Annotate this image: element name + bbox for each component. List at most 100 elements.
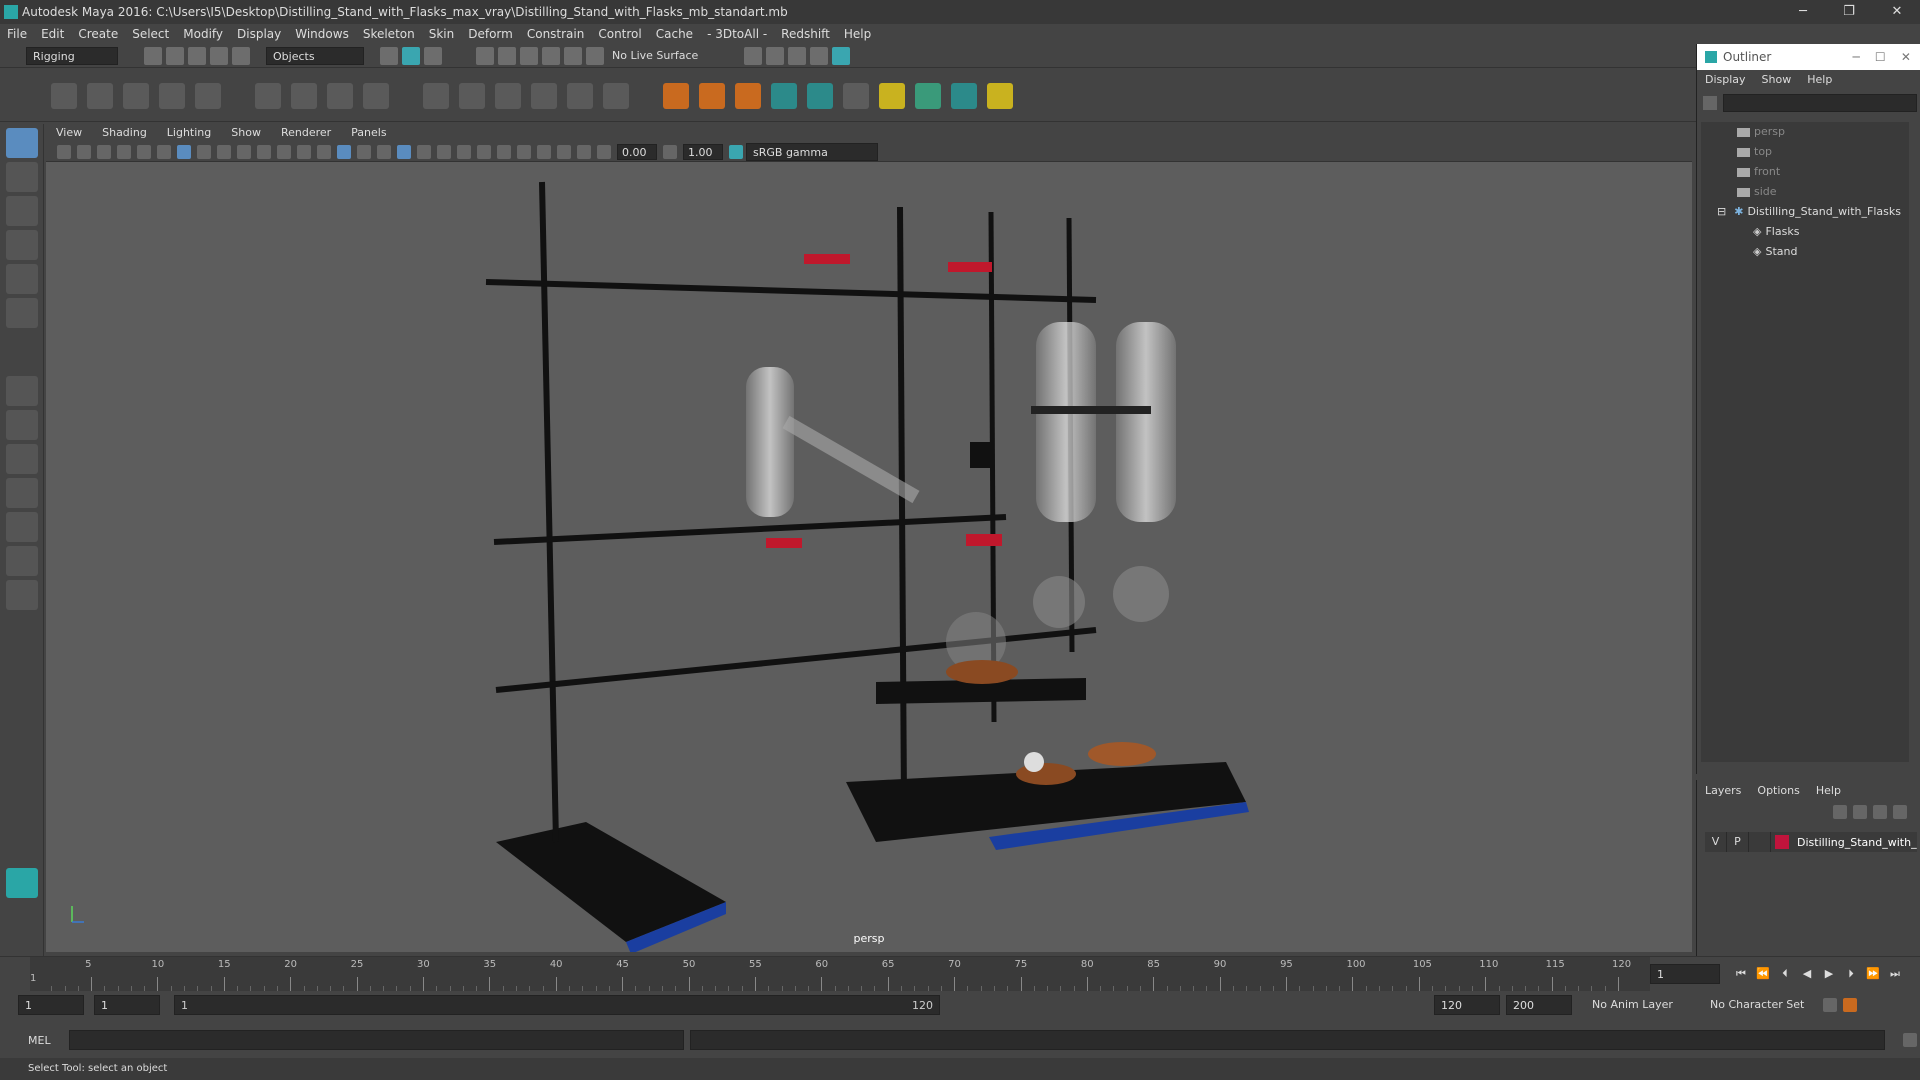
panel-menu-show[interactable]: Show <box>221 124 271 142</box>
outliner-menu-help[interactable]: Help <box>1799 70 1840 90</box>
shadows-icon[interactable] <box>377 144 391 159</box>
menu-file[interactable]: File <box>0 24 34 44</box>
snap-view-plane-icon[interactable] <box>542 46 560 65</box>
v-icon[interactable] <box>987 82 1013 109</box>
menu-control[interactable]: Control <box>591 24 648 44</box>
maya-m-icon[interactable] <box>771 82 797 109</box>
character-set-dropdown[interactable]: No Character Set <box>1704 996 1820 1014</box>
auto-key-icon[interactable] <box>1823 998 1837 1012</box>
aim-constraint-icon[interactable] <box>459 82 485 109</box>
snap-point-icon[interactable] <box>520 46 538 65</box>
panel-menu-lighting[interactable]: Lighting <box>157 124 221 142</box>
point-constraint-icon[interactable] <box>423 82 449 109</box>
layer-move-up-icon[interactable] <box>1873 805 1887 819</box>
layout-split-icon[interactable] <box>6 546 38 576</box>
command-input[interactable] <box>68 1030 685 1050</box>
locator-icon[interactable] <box>663 82 689 109</box>
maya-m2-icon[interactable] <box>807 82 833 109</box>
four-view-icon[interactable] <box>6 410 38 440</box>
2d-pan-icon[interactable] <box>137 144 151 159</box>
go-to-start-icon[interactable]: ⏮ <box>1732 965 1750 983</box>
animation-end-field[interactable]: 200 <box>1506 995 1572 1015</box>
motion-blur-icon[interactable] <box>437 144 451 159</box>
menu-redshift[interactable]: Redshift <box>774 24 837 44</box>
layer-display-type[interactable] <box>1749 832 1771 852</box>
menu-cache[interactable]: Cache <box>649 24 700 44</box>
playback-end-field[interactable]: 120 <box>1434 995 1500 1015</box>
layout-custom-icon[interactable] <box>6 580 38 610</box>
restore-button[interactable]: ❐ <box>1826 0 1872 24</box>
lattice-icon[interactable] <box>327 82 353 109</box>
pole-vector-icon[interactable] <box>603 82 629 109</box>
step-back-key-icon[interactable]: ⏪ <box>1754 965 1772 983</box>
gamma-field[interactable]: 1.00 <box>683 143 723 160</box>
ao-icon[interactable] <box>417 144 431 159</box>
save-scene-icon[interactable] <box>188 46 206 65</box>
menu-select[interactable]: Select <box>125 24 176 44</box>
layer-menu-help[interactable]: Help <box>1808 780 1849 802</box>
outliner-search-input[interactable] <box>1723 94 1917 112</box>
menu-set-dropdown[interactable]: Rigging <box>26 46 118 65</box>
panel-menu-panels[interactable]: Panels <box>341 124 396 142</box>
outliner-item-top[interactable]: top <box>1701 142 1909 162</box>
menu-display[interactable]: Display <box>230 24 288 44</box>
gamma-icon[interactable] <box>663 144 677 159</box>
dof-icon[interactable] <box>557 144 571 159</box>
camera-icon[interactable] <box>57 144 71 159</box>
mirror-joint-icon[interactable] <box>159 82 185 109</box>
layer-color-swatch[interactable] <box>1775 835 1789 849</box>
view-transform-dropdown[interactable]: sRGB gamma <box>746 142 878 161</box>
play-backward-icon[interactable]: ◀ <box>1798 965 1816 983</box>
persp-graph-icon[interactable] <box>6 478 38 508</box>
menu-windows[interactable]: Windows <box>288 24 356 44</box>
open-scene-icon[interactable] <box>166 46 184 65</box>
menu-3dtoall[interactable]: - 3DtoAll - <box>700 24 774 44</box>
ipr-render-icon[interactable] <box>788 46 806 65</box>
empty-shelf-icon[interactable] <box>843 82 869 109</box>
grease-pencil-icon[interactable] <box>157 144 171 159</box>
render-frame-icon[interactable] <box>766 46 784 65</box>
step-forward-key-icon[interactable]: ⏩ <box>1864 965 1882 983</box>
outliner-item-front[interactable]: front <box>1701 162 1909 182</box>
go-to-end-icon[interactable]: ⏭ <box>1886 965 1904 983</box>
select-tool-icon[interactable] <box>6 128 38 158</box>
xray-icon[interactable] <box>477 144 491 159</box>
layer-playback-toggle[interactable]: P <box>1727 832 1749 852</box>
script-editor-icon[interactable] <box>1903 1033 1917 1047</box>
exposure-field[interactable]: 0.00 <box>617 143 657 160</box>
viewport-persp[interactable]: persp <box>46 162 1692 952</box>
expand-collapse-icon[interactable]: ⊟ <box>1717 205 1726 218</box>
exposure-icon[interactable] <box>597 144 611 159</box>
snap-live-icon[interactable] <box>564 46 582 65</box>
scale-tool-icon[interactable] <box>6 298 38 328</box>
select-object-icon[interactable] <box>402 46 420 65</box>
outliner-filter-icon[interactable] <box>1703 96 1717 110</box>
cluster-icon[interactable] <box>363 82 389 109</box>
outliner-item-distilling_stand_with_flasks[interactable]: ⊟ ✱ Distilling_Stand_with_Flasks <box>1701 202 1909 222</box>
hypershade-icon[interactable] <box>832 46 850 65</box>
layer-visibility-toggle[interactable]: V <box>1705 832 1727 852</box>
rotate-tool-icon[interactable] <box>6 264 38 294</box>
animation-start-field[interactable]: 1 <box>18 995 84 1015</box>
paint-weights-icon[interactable] <box>291 82 317 109</box>
layer-menu-options[interactable]: Options <box>1749 780 1807 802</box>
orient-joint-icon[interactable] <box>195 82 221 109</box>
anim-layer-dropdown[interactable]: No Anim Layer <box>1586 996 1704 1014</box>
aa-icon[interactable] <box>457 144 471 159</box>
render-settings-icon[interactable] <box>810 46 828 65</box>
close-button[interactable]: ✕ <box>1874 0 1920 24</box>
camera-attr-icon[interactable] <box>77 144 91 159</box>
ik-spline-icon[interactable] <box>123 82 149 109</box>
xray-joints-icon[interactable] <box>497 144 511 159</box>
panel-menu-view[interactable]: View <box>46 124 92 142</box>
key-icon[interactable] <box>879 82 905 109</box>
time-ruler[interactable]: 1 5 10 15 20 25 30 35 40 45 50 55 60 65 70 75 80 85 90 95 10… <box>30 957 1650 991</box>
outliner-item-side[interactable]: side <box>1701 182 1909 202</box>
maya-m3-icon[interactable] <box>951 82 977 109</box>
selection-mask-dropdown[interactable]: Objects <box>266 46 364 65</box>
default-lighting-icon[interactable] <box>357 144 371 159</box>
isolate-icon[interactable] <box>517 144 531 159</box>
field-chart-icon[interactable] <box>257 144 271 159</box>
bookmark-icon[interactable] <box>97 144 111 159</box>
live-surface-field[interactable]: No Live Surface <box>606 46 706 65</box>
